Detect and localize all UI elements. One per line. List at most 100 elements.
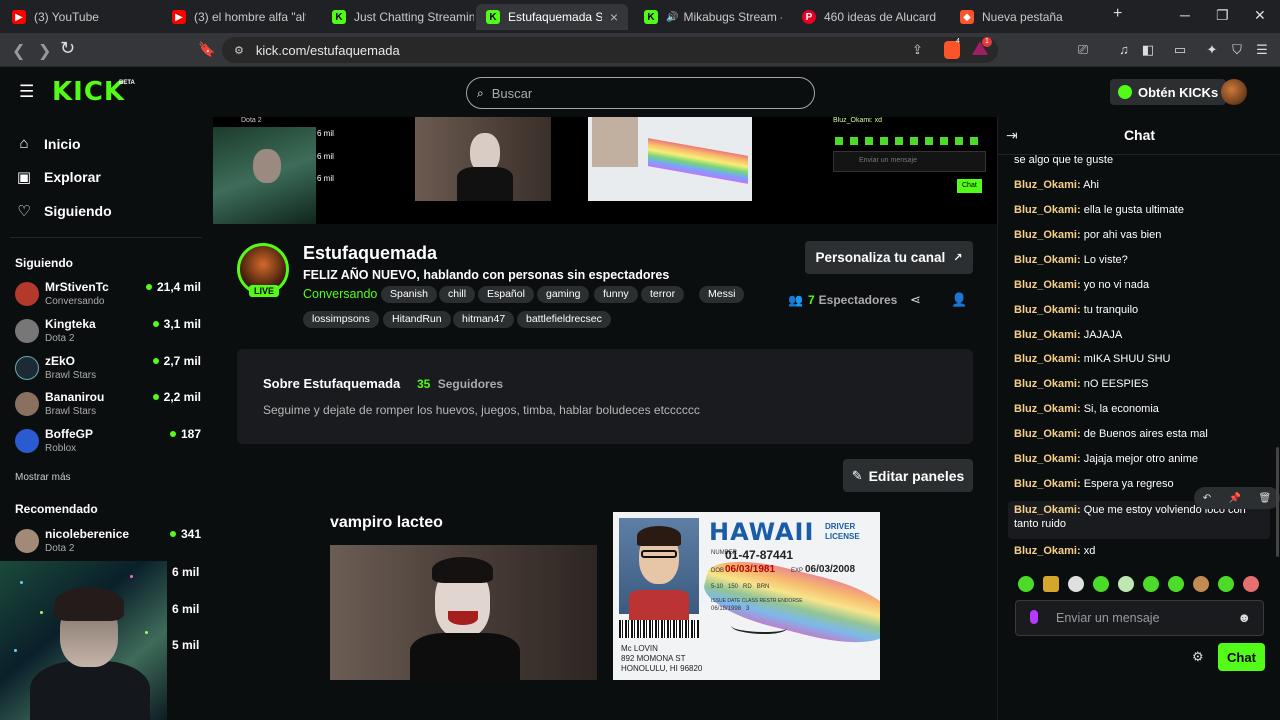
tag[interactable]: gaming: [537, 286, 590, 303]
tag[interactable]: lossimpsons: [303, 311, 379, 328]
sidebar-icon[interactable]: ◧: [1140, 42, 1156, 58]
menu-icon[interactable]: ☰: [1254, 42, 1270, 58]
follow-user-icon[interactable]: 👤: [951, 292, 967, 308]
chat-message[interactable]: Bluz_Okami: Si, la economia: [1014, 402, 1266, 416]
chat-message[interactable]: Bluz_Okami: Jajaja mejor otro anime: [1014, 452, 1266, 466]
chat-message[interactable]: Bluz_Okami: xd: [1014, 544, 1266, 558]
chat-message[interactable]: Bluz_Okami: mIKA SHUU SHU: [1014, 352, 1266, 366]
tag[interactable]: hitman47: [453, 311, 515, 328]
microphone-icon[interactable]: [1030, 610, 1038, 624]
nav-explore[interactable]: ▣ Explorar: [16, 168, 101, 186]
chat-username[interactable]: Bluz_Okami:: [1014, 403, 1081, 415]
emoji-icon[interactable]: ☻: [1237, 610, 1251, 625]
reload-icon[interactable]: ↻: [60, 38, 75, 59]
emote-icon[interactable]: [1193, 576, 1209, 592]
chat-username[interactable]: Bluz_Okami:: [1014, 329, 1081, 341]
chat-username[interactable]: Bluz_Okami:: [1014, 304, 1081, 316]
emote-icon[interactable]: [1243, 576, 1259, 592]
close-tab-icon[interactable]: ×: [602, 9, 618, 25]
edit-panels-button[interactable]: ✎ Editar paneles: [843, 459, 973, 492]
browser-tab[interactable]: K Just Chatting Streaming -: [322, 4, 474, 30]
tag[interactable]: funny: [594, 286, 638, 303]
media-icon[interactable]: ♫: [1116, 42, 1132, 58]
back-icon[interactable]: ❮: [12, 41, 25, 61]
sidebar-channel[interactable]: Bananirou Brawl Stars 2,2 mil: [15, 388, 201, 420]
chat-message[interactable]: Bluz_Okami: por ahi vas bien: [1014, 228, 1266, 242]
emote-icon[interactable]: [1043, 576, 1059, 592]
maximize-icon[interactable]: ❐: [1216, 7, 1229, 24]
leo-icon[interactable]: ✦: [1204, 42, 1220, 58]
chat-username[interactable]: Bluz_Okami:: [1014, 545, 1081, 557]
hamburger-menu-icon[interactable]: ☰: [19, 82, 34, 102]
emote-icon[interactable]: [1118, 576, 1134, 592]
tag[interactable]: terror: [641, 286, 685, 303]
chat-scrollbar[interactable]: [1276, 447, 1279, 557]
chat-message[interactable]: Bluz_Okami: yo no vi nada: [1014, 278, 1266, 292]
wallet-icon[interactable]: ▭: [1172, 42, 1188, 58]
chat-message[interactable]: Bluz_Okami: Ahi: [1014, 178, 1266, 192]
gear-icon[interactable]: ⚙: [1192, 649, 1204, 665]
chat-username[interactable]: Bluz_Okami:: [1014, 254, 1081, 266]
browser-tab-active[interactable]: K Estufaquemada Strea ×: [476, 4, 628, 30]
video-player[interactable]: Dota 2 6 mil 6 mil 6 mil Bluz_Okami: xd …: [213, 117, 997, 224]
address-bar[interactable]: ⚙ kick.com/estufaquemada ⇪ 4 1: [222, 37, 998, 63]
chat-message-input[interactable]: Enviar un mensaje ☻: [1015, 600, 1264, 636]
nav-following[interactable]: ♡ Siguiendo: [16, 202, 111, 220]
tag[interactable]: Messi: [699, 286, 745, 303]
emote-icon[interactable]: [1068, 576, 1084, 592]
sidebar-channel[interactable]: zEkO Brawl Stars 2,7 mil: [15, 352, 201, 384]
chat-username[interactable]: Bluz_Okami:: [1014, 204, 1081, 216]
kick-logo[interactable]: KICK: [52, 77, 125, 107]
emote-icon[interactable]: [1218, 576, 1234, 592]
close-window-icon[interactable]: ✕: [1254, 7, 1266, 24]
tag[interactable]: Spanish: [381, 286, 437, 303]
chat-username[interactable]: Bluz_Okami:: [1014, 478, 1081, 490]
chat-username[interactable]: Bluz_Okami:: [1014, 279, 1081, 291]
screenshot-icon[interactable]: ⎚: [1075, 42, 1091, 58]
chat-username[interactable]: Bluz_Okami:: [1014, 504, 1081, 516]
tag[interactable]: battlefieldrecsec: [517, 311, 611, 328]
chat-message[interactable]: Bluz_Okami: de Buenos aires esta mal: [1014, 427, 1266, 441]
chat-username[interactable]: Bluz_Okami:: [1014, 353, 1081, 365]
pin-icon[interactable]: 📌: [1229, 493, 1241, 504]
emote-icon[interactable]: [1143, 576, 1159, 592]
user-avatar[interactable]: [1221, 79, 1247, 105]
chat-message[interactable]: Bluz_Okami: ella le gusta ultimate: [1014, 203, 1266, 217]
chat-username[interactable]: Bluz_Okami:: [1014, 179, 1081, 191]
search-input[interactable]: ⌕ Buscar: [466, 77, 815, 109]
browser-tab[interactable]: K 🔊 Mikabugs Stream - Wa: [634, 4, 792, 30]
tag[interactable]: HitandRun: [383, 311, 451, 328]
stream-category[interactable]: Conversando: [303, 287, 377, 301]
chat-message[interactable]: Bluz_Okami: JAJAJA: [1014, 328, 1266, 342]
sidebar-channel[interactable]: nicoleberenice Dota 2 341: [15, 525, 201, 557]
chat-username[interactable]: Bluz_Okami:: [1014, 378, 1081, 390]
emote-icon[interactable]: [1018, 576, 1034, 592]
get-kicks-button[interactable]: Obtén KICKs: [1110, 79, 1227, 105]
emote-icon[interactable]: [1093, 576, 1109, 592]
send-chat-button[interactable]: Chat: [1218, 643, 1265, 671]
share-icon[interactable]: ⇪: [912, 42, 923, 58]
show-more-link[interactable]: Mostrar más: [15, 472, 71, 483]
bookmark-icon[interactable]: 🔖: [198, 41, 215, 58]
emote-icon[interactable]: [1168, 576, 1184, 592]
sidebar-channel[interactable]: Kingteka Dota 2 3,1 mil: [15, 315, 201, 347]
sidebar-channel[interactable]: MrStivenTc Conversando 21,4 mil: [15, 278, 201, 310]
browser-tab[interactable]: ▶ (3) el hombre alfa "alfa ma: [162, 4, 322, 30]
minimize-icon[interactable]: ─: [1180, 7, 1190, 23]
browser-tab[interactable]: ▶ (3) YouTube: [2, 4, 162, 30]
reply-icon[interactable]: ↶: [1203, 493, 1211, 504]
share-icon[interactable]: ⋖: [910, 292, 921, 308]
browser-tab[interactable]: P 460 ideas de Alucard | alu: [792, 4, 950, 30]
chat-message[interactable]: Bluz_Okami: tu tranquilo: [1014, 303, 1266, 317]
chat-message[interactable]: Bluz_Okami: nO EESPIES: [1014, 377, 1266, 391]
vpn-icon[interactable]: ⛉: [1229, 42, 1245, 58]
site-settings-icon[interactable]: ⚙: [234, 44, 244, 57]
chat-username[interactable]: Bluz_Okami:: [1014, 428, 1081, 440]
tag[interactable]: chill: [439, 286, 476, 303]
browser-tab[interactable]: ◆ Nueva pestaña: [950, 4, 1100, 30]
delete-icon[interactable]: 🗑: [1259, 493, 1272, 504]
chat-username[interactable]: Bluz_Okami:: [1014, 453, 1081, 465]
nav-home[interactable]: ⌂ Inicio: [16, 135, 80, 152]
forward-icon[interactable]: ❯: [38, 41, 51, 61]
tag[interactable]: Español: [478, 286, 534, 303]
